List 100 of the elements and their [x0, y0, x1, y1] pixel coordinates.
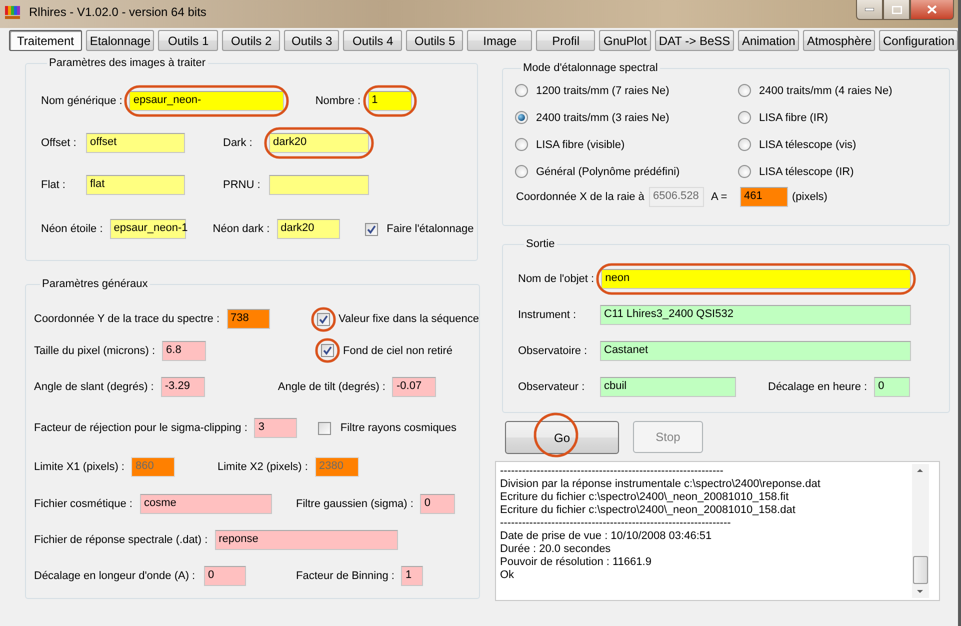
group-title: Sortie [525, 238, 556, 250]
minimize-button[interactable] [856, 0, 883, 20]
field-label: Offset : [41, 136, 78, 148]
text-field[interactable]: 1 [401, 566, 424, 586]
group-title: Paramètres des images à traiter [48, 57, 207, 69]
tab[interactable]: DAT -> BeSS [655, 30, 734, 51]
radio-button[interactable] [515, 165, 528, 178]
checkbox[interactable] [318, 422, 332, 434]
field-label: Angle de tilt (degrés) : [278, 381, 386, 393]
radio-button[interactable] [738, 165, 751, 178]
checkbox[interactable] [321, 344, 334, 357]
log-line: Date de prise de vue : 10/10/2008 03:46:51 [500, 530, 713, 543]
field-label: Nombre : [315, 95, 362, 107]
tab[interactable]: Traitement [9, 30, 82, 51]
radio-label: 2400 traits/mm (3 raies Ne) [536, 112, 670, 124]
maximize-icon [892, 6, 902, 14]
checkbox-label: Filtre rayons cosmiques [340, 422, 457, 434]
text-field[interactable]: reponse [214, 530, 398, 550]
log-line: ------------------------------------------------------------- [500, 465, 724, 478]
text-field[interactable]: dark20 [276, 219, 340, 239]
checkbox[interactable] [364, 222, 378, 236]
text-field[interactable]: neon [601, 269, 912, 289]
tab[interactable]: Outils 1 [158, 30, 218, 51]
tab[interactable]: Image [467, 30, 532, 51]
text-field[interactable]: 1 [368, 91, 412, 111]
tab[interactable]: Outils 4 [343, 30, 402, 51]
field-label: Instrument : [518, 309, 578, 321]
text-field[interactable]: 0 [204, 566, 246, 586]
field-label: Fichier de réponse spectrale (.dat) : [34, 534, 209, 546]
radio-button[interactable] [515, 111, 528, 124]
field-label: Coordonnée X de la raie à [516, 191, 646, 203]
field-label: Décalage en heure : [768, 381, 868, 393]
tab[interactable]: Etalonnage [86, 30, 154, 51]
field-label: Coordonnée Y de la trace du spectre : [34, 313, 220, 325]
radio-button[interactable] [515, 84, 528, 97]
text-field[interactable]: 0 [420, 494, 456, 514]
log-line: Ecriture du fichier c:\spectro\2400\_neon_20081010_158.dat [500, 504, 796, 517]
text-field[interactable]: 738 [226, 309, 270, 329]
close-icon [927, 5, 937, 14]
minimize-icon [865, 8, 874, 11]
maximize-button[interactable] [883, 0, 910, 20]
field-label: Filtre gaussien (sigma) : [296, 498, 414, 510]
text-field[interactable]: 6.8 [162, 340, 206, 360]
field-label: Limite X2 (pixels) : [217, 461, 309, 473]
text-field[interactable]: epsaur_neon- [129, 91, 284, 111]
log-line: Pouvoir de résolution : 11661.9 [500, 556, 652, 569]
tab[interactable]: Profil [536, 30, 596, 51]
log-line: --------------------------------------------------------------- [500, 517, 732, 530]
radio-label: LISA télescope (vis) [759, 138, 856, 150]
text-field[interactable]: dark20 [269, 132, 369, 152]
field-label: Dark : [223, 136, 254, 148]
field-label: Fichier cosmétique : [34, 498, 134, 510]
text-field[interactable]: 0 [874, 377, 910, 397]
radio-button[interactable] [515, 138, 528, 151]
field-label: Taille du pixel (microns) : [34, 344, 156, 356]
tab[interactable]: Animation [738, 30, 800, 51]
text-field[interactable]: flat [86, 175, 185, 195]
text-field[interactable]: Castanet [600, 341, 911, 361]
field-label: Observateur : [518, 381, 586, 393]
tab[interactable]: Configuration [879, 30, 958, 51]
text-field[interactable]: C11 Lhires3_2400 QSI532 [600, 305, 911, 325]
radio-button[interactable] [738, 111, 751, 124]
tab[interactable]: GnuPlot [599, 30, 651, 51]
log-line: Durée : 20.0 secondes [500, 543, 612, 556]
action-button[interactable]: Go [505, 421, 619, 454]
radio-label: 2400 traits/mm (4 raies Ne) [759, 84, 892, 96]
text-field[interactable]: 461 [740, 187, 788, 207]
window-title: Rlhires - V1.02.0 - version 64 bits [29, 5, 206, 19]
radio-button[interactable] [738, 138, 751, 151]
close-button[interactable] [910, 0, 954, 20]
field-label: Néon dark : [212, 223, 271, 235]
text-field[interactable]: offset [86, 132, 185, 152]
radio-label: 1200 traits/mm (7 raies Ne) [536, 84, 670, 96]
tab[interactable]: Outils 2 [222, 30, 280, 51]
log-line: Division par la réponse instrumentale c:\spectro\2400\reponse.dat [500, 478, 822, 491]
text-field[interactable]: -3.29 [160, 377, 205, 397]
checkbox[interactable] [316, 312, 330, 326]
text-field[interactable]: cbuil [600, 377, 736, 397]
text-field[interactable]: 3 [254, 418, 298, 438]
field-label: Facteur de Binning : [296, 570, 396, 582]
field-label: Nom générique : [41, 95, 124, 107]
log-line: Ok [500, 569, 516, 582]
text-field[interactable] [269, 175, 369, 195]
text-field[interactable]: epsaur_neon-1 [110, 219, 186, 239]
tab[interactable]: Outils 5 [406, 30, 464, 51]
tab[interactable]: Outils 3 [284, 30, 340, 51]
tab[interactable]: Atmosphère [803, 30, 876, 51]
field-label: Néon étoile : [41, 223, 104, 235]
radio-label: LISA fibre (visible) [536, 138, 625, 150]
field-label: Flat : [41, 179, 66, 191]
text-field[interactable]: cosme [140, 494, 272, 514]
radio-button[interactable] [738, 84, 751, 97]
text-field[interactable]: -0.07 [392, 377, 436, 397]
field-label: Observatoire : [518, 345, 588, 357]
field-label: Facteur de réjection pour le sigma-clipping : [34, 422, 248, 434]
radio-label: LISA télescope (IR) [759, 166, 854, 178]
scrollbar[interactable] [912, 464, 929, 598]
radio-label: Général (Polynôme prédéfini) [536, 166, 680, 178]
field-label: (pixels) [792, 191, 828, 203]
app-icon [5, 6, 21, 20]
